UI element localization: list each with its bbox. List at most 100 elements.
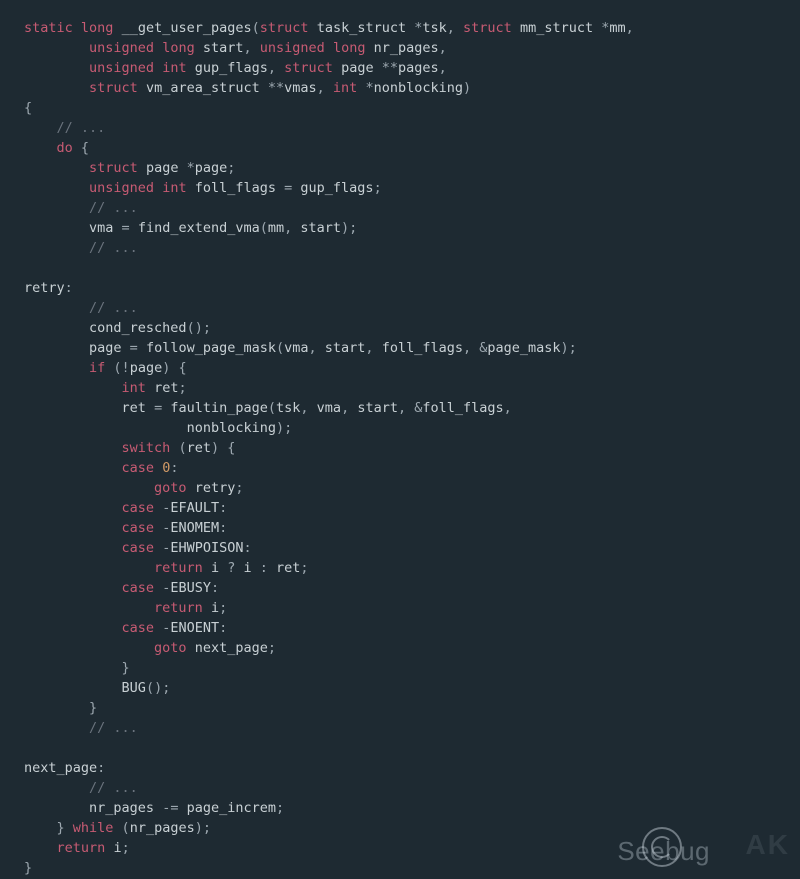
code-token: // ... [89,780,138,796]
code-token: ( [113,820,129,836]
code-token: long [162,40,195,56]
code-token: unsigned [89,180,154,196]
code-token [24,620,122,636]
code-token: next_page [195,640,268,656]
code-token [203,560,211,576]
code-token: : [219,620,227,636]
code-token: ; [268,640,276,656]
code-token [154,60,162,76]
code-token: page [341,60,374,76]
code-token: case [122,540,155,556]
code-token [24,340,89,356]
code-token: ( [268,400,276,416]
code-token: ); [195,820,211,836]
code-token: { [24,100,32,116]
code-token: (! [105,360,129,376]
code-token: case [122,520,155,536]
code-token: // ... [89,300,138,316]
code-token: - [154,580,170,596]
code-token: // ... [57,120,106,136]
code-token: int [162,180,186,196]
code-token: vma [317,400,341,416]
code-token [512,20,520,36]
code-token [365,40,373,56]
code-token: , [439,60,447,76]
code-token: ); [561,340,577,356]
code-token: -= [154,800,187,816]
code-token: goto [154,640,187,656]
code-token: ** [374,60,398,76]
code-token: , [268,60,284,76]
code-token: retry [24,280,65,296]
code-block: static long __get_user_pages(struct task… [0,0,800,879]
code-token: tsk [276,400,300,416]
code-token: i [113,840,121,856]
code-token: , [309,340,325,356]
code-token [24,40,89,56]
code-token: , & [398,400,422,416]
code-token [309,20,317,36]
code-token: start [300,220,341,236]
code-token: nr_pages [89,800,154,816]
code-token [24,160,89,176]
code-token [24,80,89,96]
code-token [24,800,89,816]
code-token [24,140,57,156]
code-token: : [65,280,73,296]
code-token: (); [146,680,170,696]
code-token: ( [252,20,260,36]
code-token [24,520,122,536]
code-token: switch [122,440,171,456]
code-token: ) { [162,360,186,376]
code-token: } [24,860,32,876]
code-token: page_increm [187,800,276,816]
code-token: - [154,520,170,536]
code-token: ; [227,160,235,176]
code-token [154,40,162,56]
code-token: , [504,400,512,416]
code-token: : [219,520,227,536]
code-token: ; [122,840,130,856]
code-token [24,440,122,456]
code-token: i [211,560,219,576]
code-token: ** [260,80,284,96]
code-token: i [244,560,252,576]
code-token: task_struct [317,20,406,36]
code-token: ( [170,440,186,456]
code-token: // ... [89,720,138,736]
code-token [24,420,187,436]
code-token: : [243,540,251,556]
code-token: } [24,820,73,836]
code-token: return [154,560,203,576]
code-token [24,120,57,136]
code-token: * [178,160,194,176]
code-token: : [252,560,276,576]
code-token: , [341,400,357,416]
code-token [24,320,89,336]
code-token: int [333,80,357,96]
code-token [24,780,89,796]
code-token: return [154,600,203,616]
code-token: struct [463,20,512,36]
code-token: gup_flags [300,180,373,196]
code-token: , [626,20,634,36]
code-token: start [325,340,366,356]
code-token: vma [89,220,113,236]
code-token: unsigned [89,40,154,56]
code-token [24,200,89,216]
code-token [154,180,162,196]
code-token [24,500,122,516]
code-token: * [406,20,422,36]
code-token: vm_area_struct [146,80,260,96]
code-token: , [365,340,381,356]
code-token: , [300,400,316,416]
code-token: foll_flags [422,400,503,416]
code-token [138,160,146,176]
code-token: * [593,20,609,36]
code-token: = [122,340,146,356]
code-token: case [122,580,155,596]
code-token: { [73,140,89,156]
code-token [24,240,89,256]
code-token: page [130,360,163,376]
code-token: unsigned [89,60,154,76]
